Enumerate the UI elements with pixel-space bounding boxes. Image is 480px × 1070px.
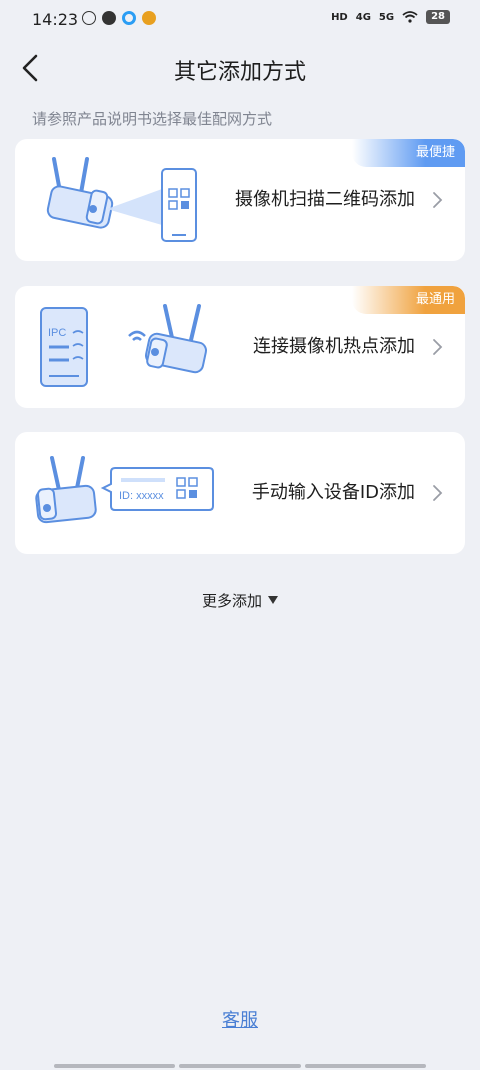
system-status-icons: HD 4G 5G 28: [331, 10, 450, 24]
chat-bubble-icon: [102, 11, 116, 25]
hotspot-illustration: IPC: [40, 304, 207, 387]
k-app-icon: [82, 11, 96, 25]
qr-scan-illustration: [46, 157, 197, 242]
option-hotspot[interactable]: IPC 最通用 连接摄像机热点添加: [15, 286, 465, 408]
option-label: 手动输入设备ID添加: [251, 482, 415, 503]
wifi-icon: [402, 11, 418, 23]
option-label: 连接摄像机热点添加: [253, 336, 415, 357]
hd-icon: HD: [331, 11, 348, 23]
notification-icons: [82, 11, 156, 25]
option-label: 摄像机扫描二维码添加: [235, 189, 415, 210]
option-manual-id[interactable]: ID: xxxxx 手动输入设备ID添加: [15, 432, 465, 554]
option-qr-scan[interactable]: 最便捷 摄像机扫描二维码添加: [15, 139, 465, 261]
status-bar: 14:23 HD 4G 5G 28: [0, 0, 480, 38]
weibo-icon: [142, 11, 156, 25]
battery-icon: 28: [426, 10, 450, 24]
page-title: 其它添加方式: [173, 60, 306, 85]
manual-id-illustration: ID: xxxxx: [35, 456, 214, 524]
caret-down-icon: [268, 596, 278, 604]
gesture-bar[interactable]: [54, 1064, 426, 1068]
4g-signal-icon: 4G: [355, 11, 371, 23]
ipc-label: IPC: [48, 327, 66, 339]
chevron-right-icon: [433, 192, 443, 208]
more-add-label: 更多添加: [201, 592, 262, 610]
nav-bar: 其它添加方式: [0, 44, 480, 92]
id-placeholder-label: ID: xxxxx: [119, 490, 164, 502]
chevron-right-icon: [433, 339, 443, 355]
5g-signal-icon: 5G: [378, 11, 395, 23]
browser-app-icon: [122, 11, 136, 25]
instruction-hint: 请参照产品说明书选择最佳配网方式: [32, 110, 273, 128]
more-add-toggle[interactable]: 更多添加: [0, 590, 480, 611]
customer-service-link[interactable]: 客服: [0, 1006, 480, 1032]
chevron-right-icon: [433, 485, 443, 501]
status-time: 14:23: [32, 10, 79, 29]
